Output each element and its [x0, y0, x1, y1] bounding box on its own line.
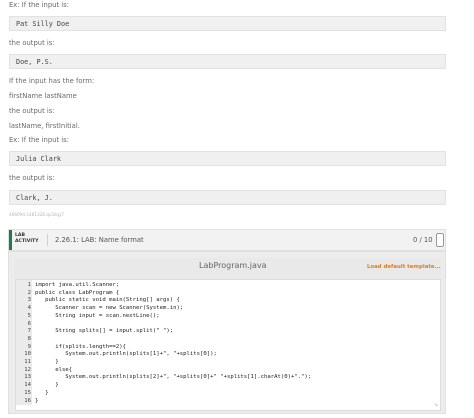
- instruction-output-is-3: the output is:: [9, 174, 55, 182]
- line-code: else{: [35, 366, 73, 373]
- line-number: 12: [24, 366, 31, 373]
- line-code: }: [35, 382, 59, 389]
- activity-id: 466094.1481328.qx3zqy7: [9, 212, 65, 217]
- editor-panel: LabProgram.java Load default template...…: [8, 251, 446, 414]
- line-number: 14: [24, 382, 31, 389]
- code-line[interactable]: 6: [16, 321, 442, 328]
- code-line[interactable]: 16}: [16, 398, 442, 405]
- score-indicator: [436, 233, 444, 247]
- line-code: System.out.println(splits[1]+", "+splits…: [35, 351, 217, 358]
- line-number: 9: [27, 343, 31, 350]
- example-output-box-2: Clark, J.: [9, 190, 446, 205]
- example-input-box-2: Julia Clark: [9, 151, 446, 166]
- instruction-form-value: firstName lastName: [9, 92, 77, 100]
- code-line[interactable]: 2 public class LabProgram {: [16, 290, 442, 297]
- code-line[interactable]: 13 System.out.println(splits[2]+", "+spl…: [16, 374, 442, 381]
- instruction-ex-input: Ex: If the input is:: [9, 1, 70, 9]
- line-number: 5: [27, 312, 31, 319]
- line-number: 10: [24, 351, 31, 358]
- example-output-box: Doe, P.S.: [9, 54, 446, 69]
- instruction-output-is-2: the output is:: [9, 107, 55, 115]
- line-code: import java.util.Scanner;: [35, 282, 120, 288]
- code-line[interactable]: 9 if(splits.length==2){: [16, 344, 442, 351]
- line-code: public class LabProgram {: [35, 289, 120, 296]
- code-line[interactable]: 12 else{: [16, 367, 442, 374]
- line-code: }: [35, 397, 39, 404]
- load-default-template-link[interactable]: Load default template...: [367, 264, 441, 270]
- line-number: 15: [24, 389, 31, 396]
- line-code: }: [35, 389, 49, 396]
- line-number: 13: [24, 374, 31, 381]
- code-line[interactable]: 8: [16, 336, 442, 343]
- example-input-box: Pat Silly Doe: [9, 16, 446, 31]
- line-number: 7: [27, 328, 31, 335]
- code-line[interactable]: 1 import java.util.Scanner;: [16, 282, 442, 289]
- line-number: 16: [24, 397, 31, 404]
- code-line[interactable]: 10 System.out.println(splits[1]+", "+spl…: [16, 351, 442, 358]
- file-name: LabProgram.java: [199, 261, 267, 270]
- instruction-output-is: the output is:: [9, 39, 55, 47]
- line-number: 4: [27, 305, 31, 312]
- instruction-ex-input-2: Ex: If the input is:: [9, 136, 70, 144]
- instruction-form-label: If the input has the form:: [9, 77, 95, 85]
- code-line[interactable]: 7 String splits[] = input.split(" ");: [16, 328, 442, 335]
- line-number: 11: [24, 359, 31, 365]
- code-line[interactable]: 3 public static void main(String[] args)…: [16, 297, 442, 304]
- code-line[interactable]: 11 }: [16, 359, 442, 366]
- lab-title: 2.26.1: LAB: Name format: [55, 236, 144, 244]
- lab-activity-bar: LAB ACTIVITY 2.26.1: LAB: Name format 0 …: [8, 229, 446, 251]
- resize-grip-icon[interactable]: ↘: [434, 402, 438, 408]
- code-line[interactable]: 15 }: [16, 390, 442, 397]
- code-line[interactable]: 4 Scanner scan = new Scanner(System.in);: [16, 305, 442, 312]
- code-line[interactable]: 14 }: [16, 382, 442, 389]
- line-code: String splits[] = input.split(" ");: [35, 328, 174, 335]
- line-number: 2: [27, 289, 31, 296]
- lab-badge: LAB ACTIVITY: [9, 230, 43, 250]
- line-code: String input = scan.nextLine();: [35, 312, 160, 319]
- line-code: }: [35, 359, 59, 365]
- line-code: public static void main(String[] args) {: [35, 297, 180, 304]
- line-number: 3: [27, 297, 31, 304]
- line-code: if(splits.length==2){: [35, 343, 126, 350]
- instruction-form-output: lastName, firstInitial.: [9, 122, 80, 130]
- lab-separator: [47, 234, 48, 246]
- lab-score: 0 / 10: [413, 236, 433, 244]
- line-number: 6: [27, 320, 31, 327]
- lab-badge-line2: ACTIVITY: [15, 239, 39, 244]
- line-number: 8: [27, 335, 31, 342]
- line-code: System.out.println(splits[2]+", "+splits…: [35, 374, 312, 381]
- code-editor[interactable]: 1 import java.util.Scanner; 2 public class…: [15, 279, 441, 411]
- line-number: 1: [27, 282, 31, 288]
- line-code: Scanner scan = new Scanner(System.in);: [35, 305, 184, 312]
- code-line[interactable]: 5 String input = scan.nextLine();: [16, 313, 442, 320]
